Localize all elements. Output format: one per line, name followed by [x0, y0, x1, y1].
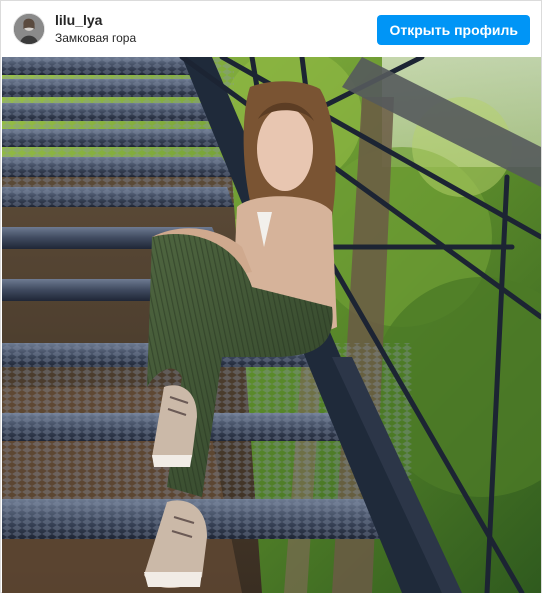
location-link[interactable]: Замковая гора — [55, 31, 136, 46]
post-photo[interactable] — [2, 57, 541, 593]
embed-card: lilu_lya Замковая гора Открыть профиль — [0, 0, 542, 593]
avatar[interactable] — [13, 13, 45, 45]
open-profile-button[interactable]: Открыть профиль — [377, 15, 530, 45]
post-photo-image — [2, 57, 541, 593]
post-header: lilu_lya Замковая гора Открыть профиль — [1, 1, 541, 57]
avatar-icon — [14, 14, 44, 44]
username-link[interactable]: lilu_lya — [55, 12, 136, 29]
post-author-info: lilu_lya Замковая гора — [55, 12, 136, 46]
